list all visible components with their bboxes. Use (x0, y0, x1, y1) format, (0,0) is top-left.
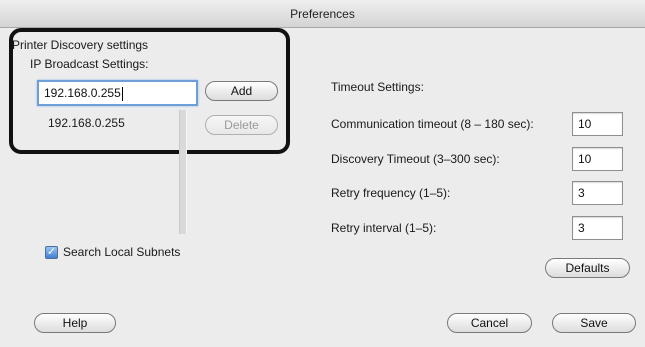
help-button[interactable]: Help (34, 313, 116, 333)
discovery-section-title: Printer Discovery settings (12, 38, 149, 52)
communication-timeout-label: Communication timeout (8 – 180 sec): (331, 117, 534, 131)
search-local-checkbox[interactable]: ✓ (45, 246, 58, 259)
text-caret (121, 86, 123, 101)
delete-button[interactable]: Delete (205, 115, 278, 135)
timeout-settings-title: Timeout Settings: (331, 80, 424, 94)
discovery-timeout-input[interactable]: 10 (572, 147, 623, 171)
broadcast-address-list[interactable]: 192.168.0.255 (20, 116, 195, 234)
list-scrollbar[interactable] (179, 110, 187, 234)
ip-broadcast-label: IP Broadcast Settings: (30, 57, 149, 71)
ip-address-input[interactable]: 192.168.0.255 (37, 80, 198, 106)
cancel-button[interactable]: Cancel (447, 313, 532, 333)
ip-address-input-value: 192.168.0.255 (44, 86, 121, 100)
list-item[interactable]: 192.168.0.255 (48, 116, 125, 130)
window-title: Preferences (0, 0, 645, 28)
defaults-button[interactable]: Defaults (545, 258, 630, 278)
preferences-panel: Printer Discovery settings IP Broadcast … (0, 28, 645, 347)
search-local-label: Search Local Subnets (63, 245, 181, 259)
retry-frequency-label: Retry frequency (1–5): (331, 186, 451, 200)
retry-frequency-input[interactable]: 3 (572, 181, 623, 205)
retry-interval-input[interactable]: 3 (572, 216, 623, 240)
discovery-timeout-label: Discovery Timeout (3–300 sec): (331, 152, 500, 166)
save-button[interactable]: Save (552, 313, 636, 333)
communication-timeout-input[interactable]: 10 (572, 112, 623, 136)
add-button[interactable]: Add (205, 81, 278, 101)
retry-interval-label: Retry interval (1–5): (331, 221, 437, 235)
